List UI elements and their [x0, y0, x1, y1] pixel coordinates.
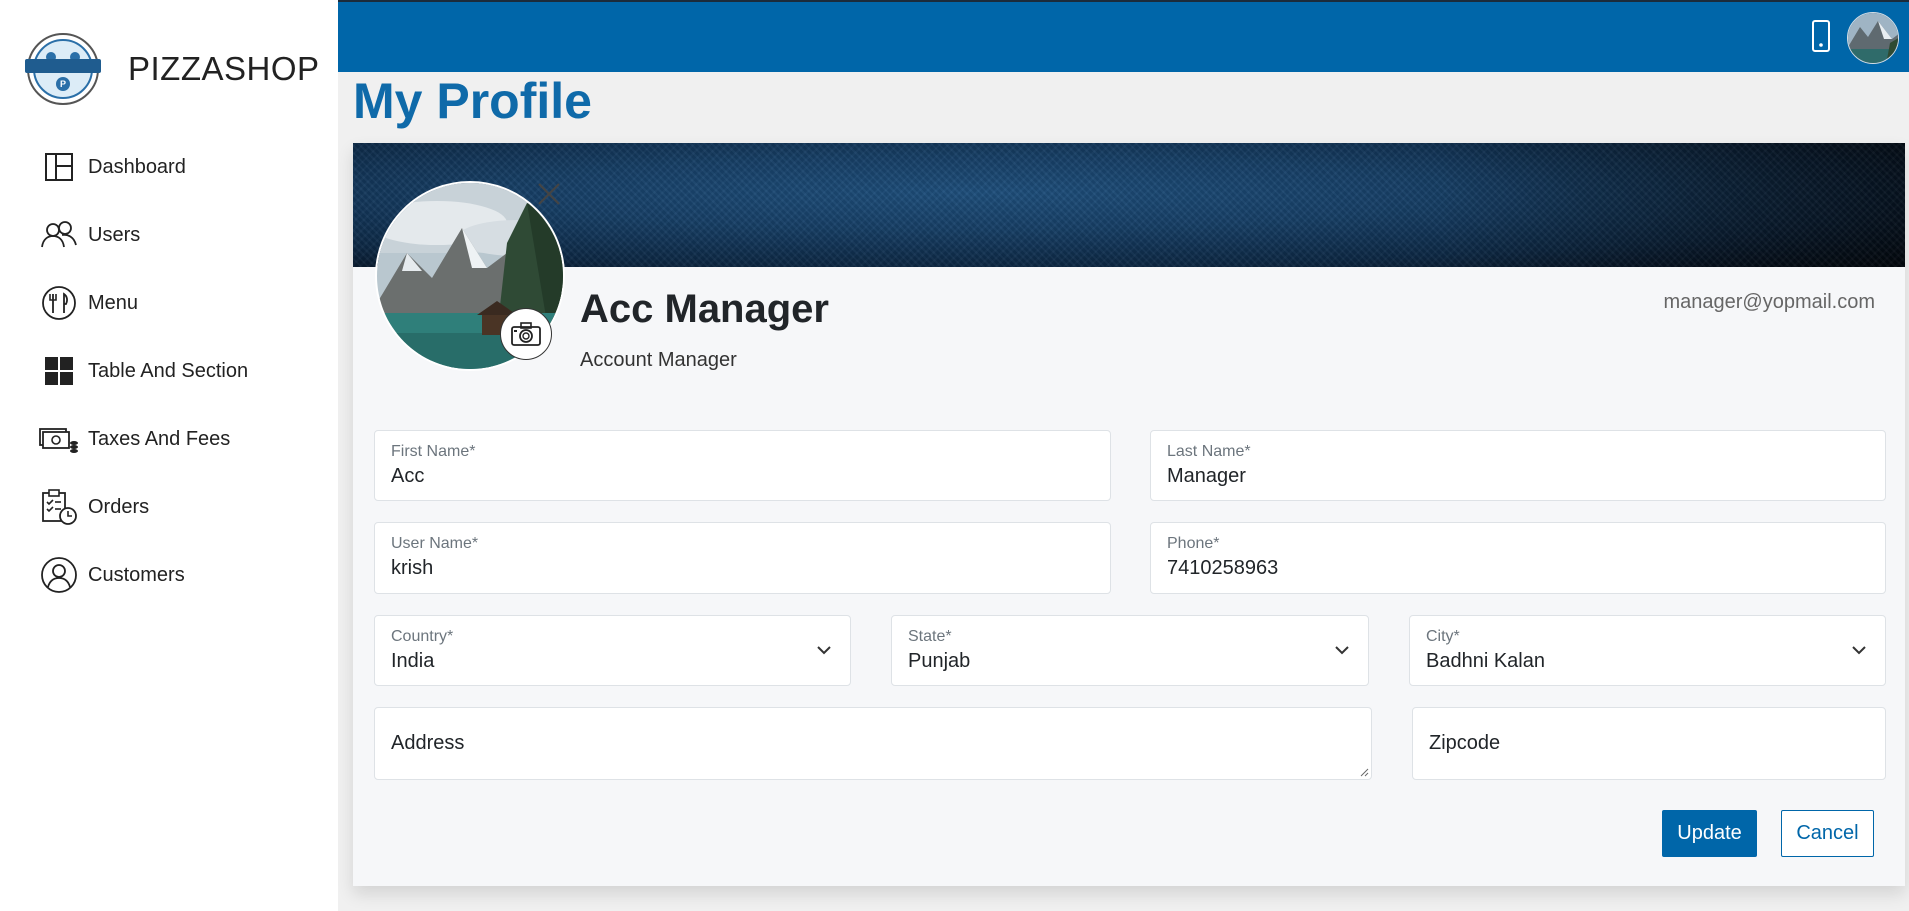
sidebar-item-users[interactable]: Users — [38, 201, 248, 269]
brand[interactable]: P PIZZASHOP — [20, 32, 320, 106]
state-label: State* — [908, 628, 952, 645]
sidebar-item-customers[interactable]: Customers — [38, 541, 248, 609]
brand-name: PIZZASHOP — [128, 50, 320, 87]
profile-card: Acc Manager Account Manager manager@yopm… — [353, 143, 1905, 886]
city-select[interactable]: City* Badhni Kalan — [1409, 615, 1886, 686]
profile-role: Account Manager — [580, 349, 737, 371]
menu-icon — [38, 282, 80, 324]
sidebar-item-label: Dashboard — [88, 155, 186, 178]
sidebar-item-label: Table And Section — [88, 359, 249, 382]
zipcode-field[interactable]: Zipcode — [1412, 707, 1886, 780]
first-name-field[interactable]: First Name* Acc — [374, 430, 1111, 501]
sidebar-item-taxes-and-fees[interactable]: Taxes And Fees — [38, 405, 248, 473]
change-photo-button[interactable] — [500, 308, 552, 360]
remove-photo-button[interactable] — [536, 181, 562, 207]
phone-label: Phone* — [1167, 535, 1220, 552]
address-textarea[interactable]: Address — [374, 707, 1372, 780]
top-bar — [338, 0, 1909, 72]
last-name-field[interactable]: Last Name* Manager — [1150, 430, 1886, 501]
city-value: Badhni Kalan — [1426, 650, 1545, 672]
chevron-down-icon — [817, 646, 831, 655]
resize-handle-icon[interactable] — [1359, 767, 1369, 777]
country-value: India — [391, 650, 435, 672]
update-button[interactable]: Update — [1662, 810, 1757, 857]
sidebar-item-menu[interactable]: Menu — [38, 269, 248, 337]
camera-icon — [511, 322, 541, 346]
sidebar-item-label: Orders — [88, 495, 150, 518]
user-name-label: User Name* — [391, 535, 479, 552]
money-icon — [38, 418, 80, 460]
chevron-down-icon — [1335, 646, 1349, 655]
sidebar-item-label: Taxes And Fees — [88, 427, 231, 450]
sidebar-item-label: Users — [88, 223, 141, 246]
last-name-label: Last Name* — [1167, 443, 1251, 460]
address-placeholder: Address — [391, 732, 465, 754]
state-value: Punjab — [908, 650, 971, 672]
zipcode-placeholder: Zipcode — [1429, 732, 1501, 754]
grid-icon — [38, 350, 80, 392]
dashboard-icon — [38, 146, 80, 188]
last-name-value: Manager — [1167, 465, 1246, 487]
user-avatar[interactable] — [1847, 12, 1899, 64]
sidebar-item-label: Menu — [88, 291, 139, 314]
clipboard-clock-icon — [38, 486, 80, 528]
svg-text:P: P — [60, 79, 66, 89]
user-name-field[interactable]: User Name* krish — [374, 522, 1111, 594]
sidebar-nav: Dashboard Users Menu Table And Section T… — [38, 133, 248, 609]
page-title: My Profile — [353, 73, 592, 129]
profile-name: Acc Manager — [580, 287, 829, 331]
sidebar-item-orders[interactable]: Orders — [38, 473, 248, 541]
state-select[interactable]: State* Punjab — [891, 615, 1369, 686]
country-label: Country* — [391, 628, 454, 645]
close-icon — [538, 183, 560, 205]
sidebar-item-dashboard[interactable]: Dashboard — [38, 133, 248, 201]
phone-value: 7410258963 — [1167, 557, 1279, 579]
first-name-value: Acc — [391, 465, 425, 487]
sidebar-item-table-and-section[interactable]: Table And Section — [38, 337, 248, 405]
profile-email: manager@yopmail.com — [1663, 291, 1876, 313]
user-name-value: krish — [391, 557, 434, 579]
cancel-button[interactable]: Cancel — [1781, 810, 1874, 857]
sidebar: P PIZZASHOP Dashboard Users Menu Table A… — [0, 0, 338, 911]
city-label: City* — [1426, 628, 1460, 645]
phone-icon[interactable] — [1811, 20, 1831, 57]
pizzashop-logo: P — [25, 33, 101, 105]
country-select[interactable]: Country* India — [374, 615, 851, 686]
chevron-down-icon — [1852, 646, 1866, 655]
customer-icon — [38, 554, 80, 596]
profile-banner — [353, 143, 1905, 267]
sidebar-item-label: Customers — [88, 563, 185, 586]
first-name-label: First Name* — [391, 443, 476, 460]
users-icon — [38, 214, 80, 256]
phone-field[interactable]: Phone* 7410258963 — [1150, 522, 1886, 594]
